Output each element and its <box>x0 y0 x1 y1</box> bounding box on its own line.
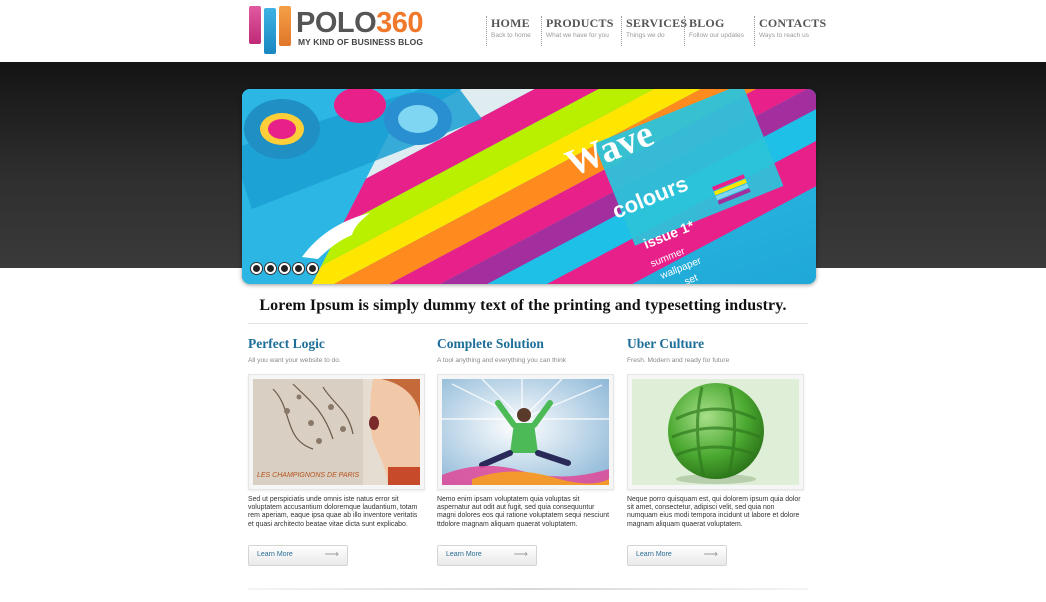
nav-sublabel: Back to home <box>491 32 531 39</box>
divider <box>248 323 808 324</box>
nav-sublabel: Ways to reach us <box>759 32 809 39</box>
nav-label: HOME <box>491 16 530 30</box>
feature-subtitle: Fresh. Modern and ready for future <box>627 357 730 364</box>
slide-image: Wave colours issue 1* summer wallpaper s… <box>242 89 816 284</box>
site-logo[interactable]: POLO360 MY KIND OF BUSINESS BLOG <box>248 6 438 56</box>
feature-subtitle: All you want your website to do. <box>248 357 341 364</box>
logo-tagline: MY KIND OF BUSINESS BLOG <box>298 37 424 47</box>
slider-dot[interactable] <box>251 263 262 274</box>
learn-more-button[interactable]: Learn More ⟶ <box>627 545 727 566</box>
nav-item-blog[interactable]: BLOG Follow our updates <box>684 16 754 46</box>
nav-sublabel: Things we do <box>626 32 665 39</box>
nav-label: CONTACTS <box>759 16 827 30</box>
feature-body: Nemo enim ipsam voluptatem quia voluptas… <box>437 496 609 528</box>
site-header: POLO360 MY KIND OF BUSINESS BLOG HOME Ba… <box>0 0 1046 62</box>
feature-body: Sed ut perspiciatis unde omnis iste natu… <box>248 496 418 528</box>
feature-title: Uber Culture <box>627 336 705 351</box>
page-tagline: Lorem Ipsum is simply dummy text of the … <box>259 297 787 314</box>
hero-slider[interactable]: Wave colours issue 1* summer wallpaper s… <box>242 89 816 284</box>
feature-image <box>437 374 614 490</box>
feature-column: Uber Culture Fresh. Modern and ready for… <box>627 336 805 566</box>
feature-body: Neque porro quisquam est, qui dolorem ip… <box>627 496 801 528</box>
nav-label: BLOG <box>689 16 725 30</box>
nav-item-services[interactable]: SERVICES Things we do <box>621 16 688 46</box>
divider <box>248 588 808 590</box>
nav-item-home[interactable]: HOME Back to home <box>486 16 541 46</box>
nav-item-products[interactable]: PRODUCTS What we have for you <box>541 16 621 46</box>
logo-name: POLO360 <box>296 7 424 39</box>
button-label: Learn More <box>257 551 293 558</box>
nav-label: SERVICES <box>626 16 688 30</box>
nav-item-contacts[interactable]: CONTACTS Ways to reach us <box>754 16 827 46</box>
learn-more-button[interactable]: Learn More ⟶ <box>248 545 348 566</box>
button-label: Learn More <box>446 551 482 558</box>
feature-image: LES CHAMPIGNONS DE PARIS <box>248 374 425 490</box>
feature-column: Perfect Logic All you want your website … <box>248 336 426 566</box>
learn-more-button[interactable]: Learn More ⟶ <box>437 545 537 566</box>
arrow-right-icon: ⟶ <box>513 549 528 560</box>
main-nav: HOME Back to home PRODUCTS What we have … <box>486 16 827 46</box>
nav-label: PRODUCTS <box>546 16 614 30</box>
slider-dot[interactable] <box>279 263 290 274</box>
slider-dot[interactable] <box>307 263 318 274</box>
slider-pagination <box>251 263 318 274</box>
nav-sublabel: Follow our updates <box>689 32 744 39</box>
arrow-right-icon: ⟶ <box>703 549 718 560</box>
feature-title: Perfect Logic <box>248 336 325 351</box>
logo-mark-icon <box>248 6 294 54</box>
slider-dot[interactable] <box>265 263 276 274</box>
slider-dot[interactable] <box>293 263 304 274</box>
feature-column: Complete Solution A tool anything and ev… <box>437 336 615 566</box>
feature-image <box>627 374 804 490</box>
arrow-right-icon: ⟶ <box>324 549 339 560</box>
feature-subtitle: A tool anything and everything you can t… <box>437 357 567 364</box>
nav-sublabel: What we have for you <box>546 32 609 39</box>
feature-title: Complete Solution <box>437 336 544 351</box>
feature-image-text: LES CHAMPIGNONS DE PARIS <box>257 472 360 479</box>
button-label: Learn More <box>636 551 672 558</box>
